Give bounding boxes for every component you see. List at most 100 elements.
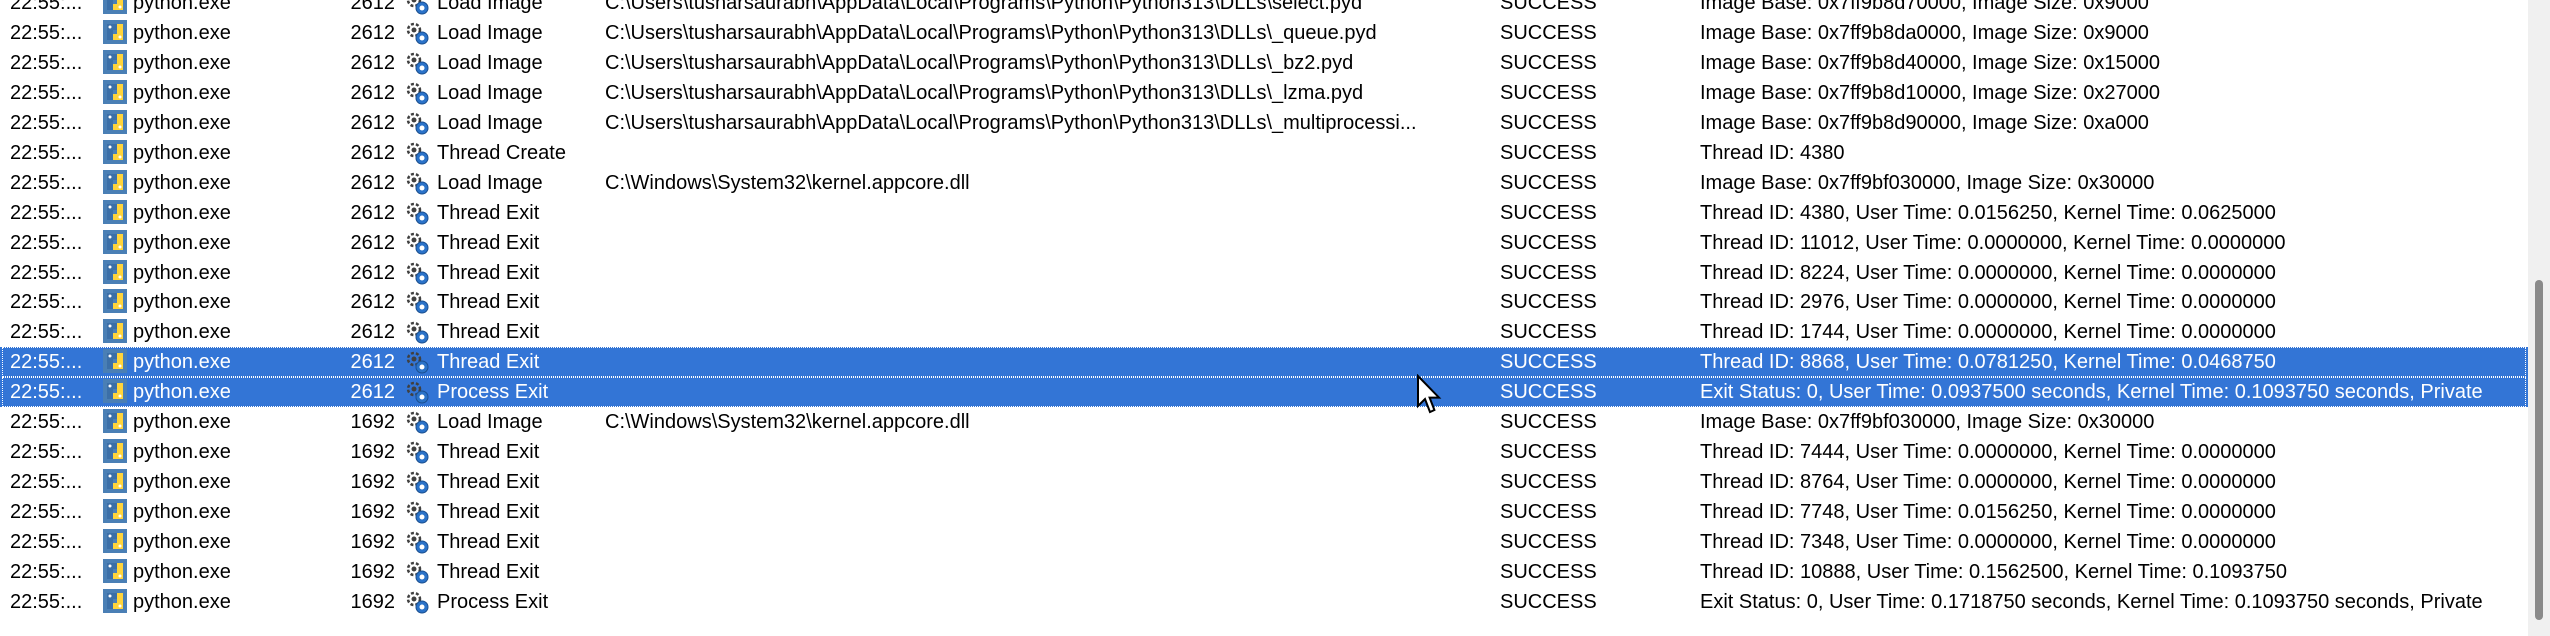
python-logo-icon — [103, 198, 129, 228]
event-row[interactable]: 22:55:... python.exe 2612 Load Image C:\User… — [0, 18, 2528, 48]
event-pid: 2612 — [350, 381, 396, 404]
gear-icon — [404, 168, 432, 198]
event-row[interactable]: 22:55:... python.exe 2612 Process Exit SUCCE… — [0, 377, 2528, 408]
event-row[interactable]: 22:55:... python.exe 1692 Thread Exit SUCCES… — [0, 527, 2528, 557]
event-detail: Image Base: 0x7ff9b8d90000, Image Size: … — [1700, 111, 2149, 134]
event-operation: Thread Exit — [437, 321, 540, 344]
event-result: SUCCESS — [1500, 201, 1597, 224]
event-pid: 2612 — [350, 321, 396, 344]
python-logo-icon — [103, 258, 129, 288]
vertical-scrollbar[interactable] — [2528, 0, 2550, 636]
event-time: 22:55:... — [10, 441, 83, 464]
event-row[interactable]: 22:55:... python.exe 1692 Process Exit SUCCE… — [0, 587, 2528, 617]
event-detail: Thread ID: 8224, User Time: 0.0000000, K… — [1700, 261, 2276, 284]
event-pid: 2612 — [350, 81, 396, 104]
event-time: 22:55:... — [10, 231, 83, 254]
event-detail: Thread ID: 8868, User Time: 0.0781250, K… — [1700, 351, 2276, 374]
event-path: C:\Users\tusharsaurabh\AppData\Local\Pro… — [605, 21, 1377, 44]
event-result: SUCCESS — [1500, 531, 1597, 554]
event-row[interactable]: 22:55:... python.exe 2612 Load Image C:\Wind… — [0, 168, 2528, 198]
event-pid: 2612 — [350, 0, 396, 14]
event-row[interactable]: 22:55:... python.exe 2612 Thread Create SUCC… — [0, 138, 2528, 168]
event-pid: 2612 — [350, 291, 396, 314]
event-pid: 2612 — [350, 261, 396, 284]
event-operation: Thread Exit — [437, 560, 540, 583]
event-pid: 2612 — [350, 141, 396, 164]
event-row[interactable]: 22:55:... python.exe 1692 Thread Exit SUCCES… — [0, 497, 2528, 527]
event-row[interactable]: 22:55:... python.exe 2612 Thread Exit SUCCES… — [0, 228, 2528, 258]
event-detail: Thread ID: 7444, User Time: 0.0000000, K… — [1700, 441, 2276, 464]
gear-icon — [404, 497, 432, 527]
python-logo-icon — [103, 228, 129, 258]
event-list[interactable]: 22:55:... python.exe 2612 Load Image C:\User… — [0, 0, 2528, 636]
event-row[interactable]: 22:55:... python.exe 2612 Load Image C:\User… — [0, 0, 2528, 18]
event-row[interactable]: 22:55:... python.exe 1692 Thread Exit SUCCES… — [0, 467, 2528, 497]
event-row[interactable]: 22:55:... python.exe 1692 Thread Exit SUCCES… — [0, 437, 2528, 467]
event-pid: 2612 — [350, 231, 396, 254]
event-time: 22:55:... — [10, 81, 83, 104]
gear-icon — [404, 228, 432, 258]
python-logo-icon — [103, 527, 129, 557]
event-pid: 1692 — [350, 471, 396, 494]
event-row[interactable]: 22:55:... python.exe 2612 Load Image C:\User… — [0, 48, 2528, 78]
event-detail: Image Base: 0x7ff9b8d10000, Image Size: … — [1700, 81, 2160, 104]
gear-icon — [404, 587, 432, 617]
event-row[interactable]: 22:55:... python.exe 2612 Thread Exit SUCCES… — [0, 198, 2528, 228]
python-logo-icon — [103, 347, 129, 377]
event-pid: 1692 — [350, 441, 396, 464]
event-detail: Exit Status: 0, User Time: 0.0937500 sec… — [1700, 381, 2483, 404]
event-row[interactable]: 22:55:... python.exe 2612 Load Image C:\User… — [0, 108, 2528, 138]
event-detail: Thread ID: 4380, User Time: 0.0156250, K… — [1700, 201, 2276, 224]
event-path — [605, 347, 1500, 377]
event-detail: Thread ID: 2976, User Time: 0.0000000, K… — [1700, 291, 2276, 314]
event-result: SUCCESS — [1500, 471, 1597, 494]
event-operation: Load Image — [437, 411, 543, 434]
python-logo-icon — [103, 168, 129, 198]
event-operation: Thread Exit — [437, 501, 540, 524]
event-detail: Thread ID: 8764, User Time: 0.0000000, K… — [1700, 471, 2276, 494]
event-detail: Image Base: 0x7ff9b8d70000, Image Size: … — [1700, 0, 2149, 14]
event-row[interactable]: 22:55:... python.exe 2612 Thread Exit SUCCES… — [0, 287, 2528, 317]
python-logo-icon — [103, 587, 129, 617]
event-path — [605, 527, 1500, 557]
python-logo-icon — [103, 407, 129, 437]
event-row[interactable]: 22:55:... python.exe 1692 Load Image C:\Wind… — [0, 407, 2528, 437]
event-path — [605, 587, 1500, 617]
gear-icon — [404, 407, 432, 437]
event-row[interactable]: 22:55:... python.exe 1692 Thread Exit SUCCES… — [0, 557, 2528, 587]
python-logo-icon — [103, 317, 129, 347]
python-logo-icon — [103, 108, 129, 138]
event-operation: Thread Exit — [437, 201, 540, 224]
event-result: SUCCESS — [1500, 261, 1597, 284]
event-row[interactable]: 22:55:... python.exe 2612 Thread Exit SUCCES… — [0, 258, 2528, 288]
gear-icon — [404, 317, 432, 347]
event-path: C:\Users\tusharsaurabh\AppData\Local\Pro… — [605, 0, 1363, 14]
event-row[interactable]: 22:55:... python.exe 2612 Thread Exit SUCCES… — [0, 317, 2528, 347]
event-detail: Thread ID: 1744, User Time: 0.0000000, K… — [1700, 321, 2276, 344]
event-detail: Image Base: 0x7ff9bf030000, Image Size: … — [1700, 411, 2155, 434]
gear-icon — [404, 138, 432, 168]
event-detail: Image Base: 0x7ff9b8da0000, Image Size: … — [1700, 21, 2149, 44]
python-logo-icon — [103, 437, 129, 467]
gear-icon — [404, 0, 432, 18]
event-path — [605, 467, 1500, 497]
event-operation: Load Image — [437, 111, 543, 134]
python-logo-icon — [103, 0, 129, 18]
event-pid: 1692 — [350, 560, 396, 583]
event-path — [605, 317, 1500, 347]
event-path — [605, 198, 1500, 228]
event-time: 22:55:... — [10, 201, 83, 224]
event-detail: Thread ID: 10888, User Time: 0.1562500, … — [1700, 560, 2288, 583]
event-result: SUCCESS — [1500, 291, 1597, 314]
event-operation: Thread Exit — [437, 531, 540, 554]
event-time: 22:55:... — [10, 141, 83, 164]
event-operation: Load Image — [437, 81, 543, 104]
event-result: SUCCESS — [1500, 171, 1597, 194]
event-pid: 2612 — [350, 171, 396, 194]
event-row[interactable]: 22:55:... python.exe 2612 Load Image C:\User… — [0, 78, 2528, 108]
event-operation: Thread Exit — [437, 471, 540, 494]
event-time: 22:55:... — [10, 471, 83, 494]
event-row[interactable]: 22:55:... python.exe 2612 Thread Exit SUCCES… — [0, 347, 2528, 378]
scrollbar-thumb[interactable] — [2535, 280, 2543, 620]
event-time: 22:55:... — [10, 111, 83, 134]
